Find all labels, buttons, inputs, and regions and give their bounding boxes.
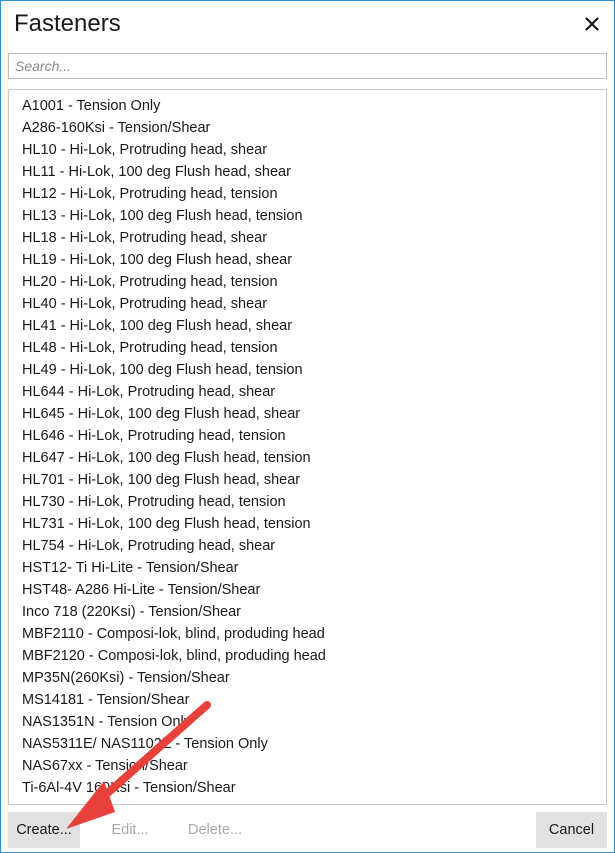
fastener-list-item[interactable]: HL49 - Hi-Lok, 100 deg Flush head, tensi…: [22, 359, 303, 381]
fastener-list-item[interactable]: HL11 - Hi-Lok, 100 deg Flush head, shear: [22, 161, 291, 183]
fastener-list-item[interactable]: HL48 - Hi-Lok, Protruding head, tension: [22, 337, 278, 359]
fastener-list-item[interactable]: HL10 - Hi-Lok, Protruding head, shear: [22, 139, 267, 161]
fastener-list-item[interactable]: HL645 - Hi-Lok, 100 deg Flush head, shea…: [22, 403, 300, 425]
cancel-button[interactable]: Cancel: [536, 812, 607, 848]
fastener-list-item[interactable]: NAS1351N - Tension Only: [22, 711, 191, 733]
fastener-list-item[interactable]: HL20 - Hi-Lok, Protruding head, tension: [22, 271, 278, 293]
create-button[interactable]: Create...: [8, 812, 80, 848]
fastener-list-item[interactable]: A286-160Ksi - Tension/Shear: [22, 117, 210, 139]
fastener-list-item[interactable]: NAS5311E/ NAS1102E - Tension Only: [22, 733, 268, 755]
fastener-list-item[interactable]: Inco 718 (220Ksi) - Tension/Shear: [22, 601, 241, 623]
fastener-list-item[interactable]: HL41 - Hi-Lok, 100 deg Flush head, shear: [22, 315, 292, 337]
fastener-list-item[interactable]: MS14181 - Tension/Shear: [22, 689, 189, 711]
fastener-list-item[interactable]: HL730 - Hi-Lok, Protruding head, tension: [22, 491, 286, 513]
fastener-list-item[interactable]: HL19 - Hi-Lok, 100 deg Flush head, shear: [22, 249, 292, 271]
fastener-list-item[interactable]: Ti-6Al-4V 160Ksi - Tension/Shear: [22, 777, 236, 799]
fastener-list-item[interactable]: HL13 - Hi-Lok, 100 deg Flush head, tensi…: [22, 205, 303, 227]
fastener-list-item[interactable]: MBF2120 - Composi-lok, blind, produding …: [22, 645, 326, 667]
search-input[interactable]: [8, 53, 607, 79]
edit-button[interactable]: Edit...: [101, 812, 159, 848]
fastener-list-item[interactable]: MBF2110 - Composi-lok, blind, produding …: [22, 623, 325, 645]
fastener-list-item[interactable]: HL18 - Hi-Lok, Protruding head, shear: [22, 227, 267, 249]
fastener-list-item[interactable]: A1001 - Tension Only: [22, 95, 160, 117]
fastener-list-item[interactable]: HL12 - Hi-Lok, Protruding head, tension: [22, 183, 278, 205]
fastener-list-item[interactable]: HL40 - Hi-Lok, Protruding head, shear: [22, 293, 267, 315]
dialog-title: Fasteners: [14, 10, 121, 37]
fastener-list-item[interactable]: HL647 - Hi-Lok, 100 deg Flush head, tens…: [22, 447, 311, 469]
fastener-list-item[interactable]: HL644 - Hi-Lok, Protruding head, shear: [22, 381, 275, 403]
fastener-list-item[interactable]: HL701 - Hi-Lok, 100 deg Flush head, shea…: [22, 469, 300, 491]
fastener-list-item[interactable]: HST12- Ti Hi-Lite - Tension/Shear: [22, 557, 239, 579]
title-bar: Fasteners: [1, 1, 614, 51]
fasteners-dialog: Fasteners A1001 - Tension OnlyA286-160Ks…: [0, 0, 615, 853]
fastener-list-item[interactable]: HL646 - Hi-Lok, Protruding head, tension: [22, 425, 286, 447]
fastener-list-item[interactable]: HST48- A286 Hi-Lite - Tension/Shear: [22, 579, 260, 601]
dialog-footer: Create... Edit... Delete... Cancel: [1, 807, 614, 853]
fastener-list-item[interactable]: NAS67xx - Tension/Shear: [22, 755, 188, 777]
fastener-list-item[interactable]: HL754 - Hi-Lok, Protruding head, shear: [22, 535, 275, 557]
close-icon: [585, 17, 599, 31]
fastener-list[interactable]: A1001 - Tension Only A286-160Ksi - Tensio…: [8, 89, 607, 805]
delete-button[interactable]: Delete...: [178, 812, 252, 848]
close-button[interactable]: [578, 10, 606, 38]
fastener-list-item[interactable]: MP35N(260Ksi) - Tension/Shear: [22, 667, 230, 689]
fastener-list-item[interactable]: HL731 - Hi-Lok, 100 deg Flush head, tens…: [22, 513, 311, 535]
